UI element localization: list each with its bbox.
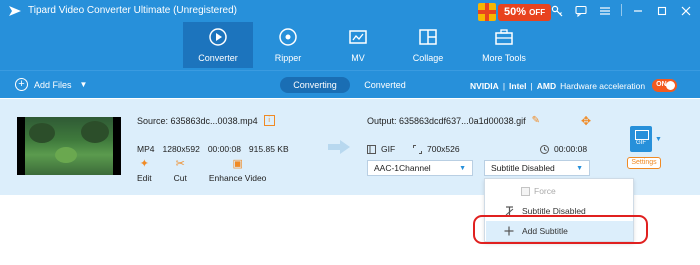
rename-pencil-icon[interactable]: ✎	[532, 115, 540, 126]
hardware-acceleration: NVIDIA | Intel | AMD Hardware accelerati…	[470, 79, 678, 92]
app-logo-icon	[9, 6, 21, 16]
arrow-right-icon	[328, 140, 350, 154]
enhance-video-button[interactable]: ▣ Enhance Video	[208, 158, 267, 184]
enhance-label: Enhance Video	[208, 173, 267, 183]
collage-icon	[419, 29, 437, 45]
add-files-button[interactable]: + Add Files ▼	[15, 78, 87, 91]
cut-icon: ✂	[175, 158, 185, 170]
hw-amd: AMD	[536, 80, 557, 91]
key-icon[interactable]	[549, 4, 565, 18]
close-icon[interactable]	[678, 4, 694, 18]
edit-icon: ✦	[139, 158, 149, 170]
video-thumbnail[interactable]	[17, 117, 121, 175]
mv-icon	[349, 30, 367, 44]
gift-icon	[478, 3, 496, 21]
output-duration: 00:00:08	[554, 144, 588, 154]
tab-converting[interactable]: Converting	[280, 77, 350, 93]
audio-track-select[interactable]: AAC-1Channel ▼	[367, 160, 473, 176]
cut-label: Cut	[173, 173, 187, 183]
output-format-cell: GIF	[367, 144, 413, 154]
add-files-label: Add Files	[34, 79, 72, 90]
promo-percent: 50%	[504, 5, 527, 18]
source-meta: MP4 1280x592 00:00:08 915.85 KB	[137, 144, 289, 154]
source-filename: Source: 635863dc...0038.mp4	[137, 115, 258, 126]
thumbnail-image	[25, 117, 113, 175]
toggle-label: ON	[656, 81, 667, 88]
file-actions: ✦ Edit ✂ Cut ▣ Enhance Video	[137, 158, 267, 184]
source-resolution: 1280x592	[162, 144, 200, 154]
hw-accel-toggle[interactable]: ON	[652, 79, 678, 92]
menu-item-force[interactable]: Force	[485, 181, 635, 201]
toolbar: + Add Files ▼ Converting Converted NVIDI…	[0, 70, 700, 98]
chevron-down-icon: ▼	[576, 164, 583, 172]
output-meta: GIF 700x526 00:00:08	[367, 144, 587, 154]
converter-icon	[209, 28, 227, 46]
chevron-down-icon: ▼	[459, 164, 466, 172]
output-filename: Output: 635863dcdf637...0a1d00038.gif	[367, 115, 526, 126]
subtitle-select[interactable]: Subtitle Disabled ▼	[484, 160, 590, 176]
tab-more-tools[interactable]: More Tools	[463, 22, 545, 68]
tab-label: Ripper	[274, 53, 302, 63]
output-resolution: 700x526	[427, 144, 460, 154]
app-window: Tipard Video Converter Ultimate (Unregis…	[0, 0, 700, 265]
hw-separator: |	[530, 80, 533, 91]
chevron-down-icon[interactable]: ▼	[80, 80, 88, 89]
tab-ripper[interactable]: Ripper	[253, 22, 323, 68]
minimize-icon[interactable]	[630, 4, 646, 18]
source-format: MP4	[137, 144, 155, 154]
tab-label: MV	[351, 53, 365, 63]
cut-button[interactable]: ✂ Cut	[173, 158, 187, 184]
hw-intel: Intel	[509, 80, 527, 91]
source-info: Source: 635863dc...0038.mp4 i	[137, 115, 275, 126]
highlight-annotation	[473, 215, 648, 244]
tab-label: Converter	[198, 53, 238, 63]
format-badge-label: GIF	[636, 140, 646, 146]
hw-label: Hardware acceleration	[560, 80, 646, 91]
subtitle-value: Subtitle Disabled	[491, 163, 555, 173]
resolution-icon	[413, 144, 422, 154]
checkbox-icon[interactable]	[521, 186, 530, 196]
main-nav: Converter Ripper MV Collage More Tools	[183, 22, 545, 68]
plus-circle-icon: +	[15, 78, 28, 91]
tab-label: Collage	[412, 53, 444, 63]
promo-suffix: OFF	[529, 7, 546, 17]
force-label: Force	[534, 186, 556, 196]
output-duration-cell: 00:00:08	[540, 144, 587, 154]
chat-icon[interactable]	[573, 4, 589, 18]
status-tabs: Converting Converted	[280, 77, 420, 93]
output-format-button[interactable]: GIF	[630, 126, 652, 152]
output-info: Output: 635863dcdf637...0a1d00038.gif ✎	[367, 115, 540, 126]
ripper-icon	[279, 28, 297, 46]
promo-banner[interactable]: 50% OFF	[478, 2, 552, 22]
hw-nvidia: NVIDIA	[470, 80, 499, 91]
source-size: 915.85 KB	[248, 144, 289, 154]
source-duration: 00:00:08	[207, 144, 241, 154]
enhance-icon: ▣	[232, 158, 243, 170]
chevron-down-icon[interactable]: ▼	[655, 136, 662, 143]
settings-button[interactable]: Settings	[627, 157, 661, 169]
output-resolution-cell: 700x526	[413, 144, 493, 154]
edit-button[interactable]: ✦ Edit	[137, 158, 152, 184]
clock-icon	[540, 144, 549, 154]
title-bar: Tipard Video Converter Ultimate (Unregis…	[0, 0, 700, 70]
tab-collage[interactable]: Collage	[393, 22, 463, 68]
app-title: Tipard Video Converter Ultimate (Unregis…	[28, 5, 237, 16]
divider	[621, 4, 622, 16]
promo-badge[interactable]: 50% OFF	[498, 3, 552, 21]
window-controls	[549, 4, 694, 18]
tab-converter[interactable]: Converter	[183, 22, 253, 68]
video-icon	[367, 144, 376, 154]
audio-track-value: AAC-1Channel	[374, 163, 431, 173]
maximize-icon[interactable]	[654, 4, 670, 18]
menu-icon[interactable]	[597, 4, 613, 18]
move-icon[interactable]: ✥	[581, 114, 591, 128]
tab-mv[interactable]: MV	[323, 22, 393, 68]
edit-label: Edit	[137, 173, 152, 183]
tab-label: More Tools	[482, 53, 526, 63]
toolbox-icon	[495, 29, 513, 45]
tab-converted[interactable]: Converted	[350, 77, 420, 93]
hw-separator: |	[502, 80, 506, 91]
output-format: GIF	[381, 144, 396, 154]
info-icon[interactable]: i	[263, 115, 275, 126]
